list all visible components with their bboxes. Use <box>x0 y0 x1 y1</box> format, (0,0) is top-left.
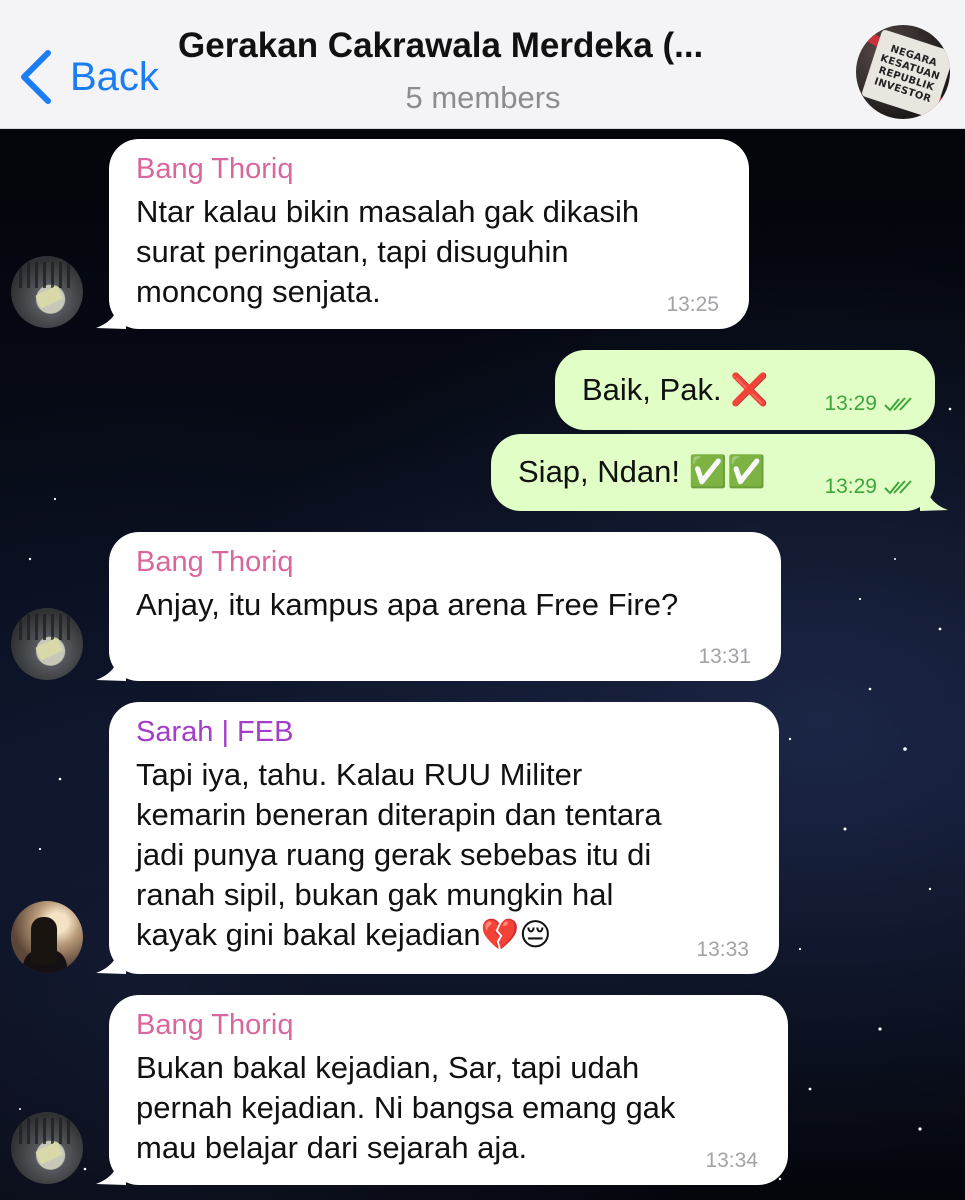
message-time: 13:33 <box>696 938 749 961</box>
message-time: 13:25 <box>666 293 719 316</box>
sender-name[interactable]: Bang Thoriq <box>136 546 755 579</box>
avatar[interactable] <box>11 1112 83 1184</box>
message-time: 13:34 <box>705 1149 758 1172</box>
message-bubble[interactable]: Bang Thoriq Anjay, itu kampus apa arena … <box>109 532 781 681</box>
message-text: Bukan bakal kejadian, Sar, tapi udah per… <box>136 1050 676 1165</box>
message-text: Ntar kalau bikin masalah gak dikasih sur… <box>136 194 640 309</box>
member-count: 5 members <box>405 80 561 115</box>
message-bubble[interactable]: Sarah | FEB Tapi iya, tahu. Kalau RUU Mi… <box>109 702 779 974</box>
message-text: Anjay, itu kampus apa arena Free Fire? <box>136 587 679 622</box>
chevron-left-icon <box>21 50 51 104</box>
sender-name[interactable]: Bang Thoriq <box>136 1009 762 1042</box>
avatar[interactable] <box>11 901 83 973</box>
sender-name[interactable]: Bang Thoriq <box>136 153 723 186</box>
message-bubble[interactable]: Siap, Ndan! ✅✅ 13:29 <box>491 434 935 511</box>
message-bubble[interactable]: Bang Thoriq Bukan bakal kejadian, Sar, t… <box>109 995 788 1185</box>
sender-name[interactable]: Sarah | FEB <box>136 716 753 749</box>
avatar[interactable] <box>11 256 83 328</box>
chat-header: Back Gerakan Cakrawala Merdeka (... 5 me… <box>0 0 965 129</box>
double-check-icon <box>884 397 912 412</box>
chat-background: Bang Thoriq Ntar kalau bikin masalah gak… <box>0 129 965 1200</box>
message-bubble[interactable]: Baik, Pak. ❌ 13:29 <box>555 350 935 430</box>
message-time: 13:31 <box>698 645 751 668</box>
double-check-icon <box>884 480 912 495</box>
message-time: 13:29 <box>824 392 913 416</box>
back-label: Back <box>70 54 159 99</box>
message-text: Tapi iya, tahu. Kalau RUU Militer kemari… <box>136 757 662 952</box>
message-time: 13:29 <box>824 475 913 499</box>
avatar[interactable] <box>11 608 83 680</box>
chat-title[interactable]: Gerakan Cakrawala Merdeka (... <box>178 26 818 66</box>
group-avatar[interactable]: NEGARA KESATUAN REPUBLIK INVESTOR <box>856 25 950 119</box>
back-button[interactable]: Back <box>18 42 159 112</box>
message-bubble[interactable]: Bang Thoriq Ntar kalau bikin masalah gak… <box>109 139 749 329</box>
